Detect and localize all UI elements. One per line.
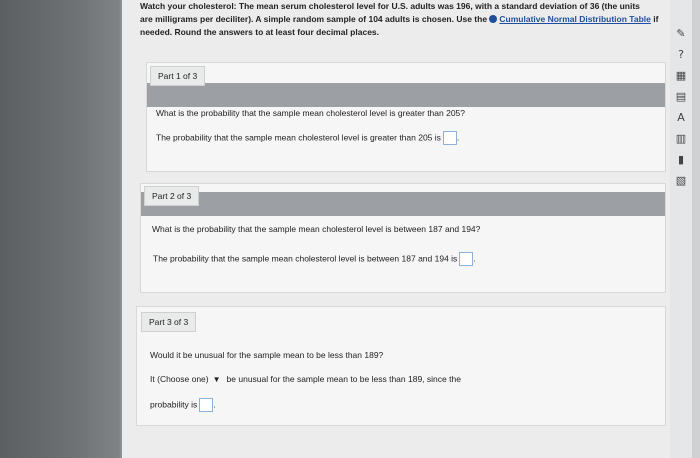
right-edge [692,0,700,458]
part2-answer-input[interactable] [459,252,474,266]
part2-question: What is the probability that the sample … [152,224,481,234]
header-title: Watch your cholesterol: [140,1,237,11]
part2-card [140,183,666,293]
part3-label: Part 3 of 3 [141,312,197,332]
part3-choose-dropdown[interactable]: (Choose one) ▼ [157,374,220,384]
part2-answer-text: The probability that the sample mean cho… [153,253,458,264]
header-text-2-end: if [650,14,659,24]
chevron-down-icon: ▼ [212,375,221,384]
part2-bar [141,192,665,216]
info-icon [489,15,498,23]
header-text-1: The mean serum cholesterol level for U.S… [236,1,640,11]
normal-table-link[interactable]: Cumulative Normal Distribution Table [499,14,650,24]
part1-question: What is the probability that the sample … [156,108,466,118]
part3-answer-input[interactable] [199,398,214,412]
part2-label: Part 2 of 3 [144,186,200,206]
table-icon[interactable]: ▦ [673,68,689,84]
part3-question: Would it be unusual for the sample mean … [150,350,384,360]
side-toolbar: ✎ ? ▦ ▤ A ▥ ▮ ▧ [670,26,692,189]
part2-answer-line: The probability that the sample mean cho… [153,252,476,266]
part3-period: . [213,399,216,410]
header-line-2: are milligrams per deciliter). A simple … [140,13,660,26]
part3-answer-lead: It [150,374,155,384]
part3-answer-mid: be unusual for the sample mean to be les… [226,374,461,384]
chart-icon[interactable]: ▮ [673,152,689,168]
header-line-1: Watch your cholesterol: The mean serum c… [140,0,660,13]
part1-answer-input[interactable] [442,131,457,145]
grid-icon[interactable]: ▤ [673,89,689,105]
part1-answer-line: The probability that the sample mean cho… [156,131,459,145]
list-icon[interactable]: ▧ [673,173,689,189]
problem-statement: Watch your cholesterol: The mean serum c… [140,0,660,39]
part1-bar [147,83,665,107]
part2-period: . [473,253,476,264]
part1-answer-text: The probability that the sample mean cho… [156,132,441,143]
part3-answer-line-2: probability is. [150,398,216,412]
header-text-2: are milligrams per deciliter). A simple … [140,14,490,24]
part3-dropdown-value: (Choose one) [157,374,209,384]
header-line-3: needed. Round the answers to at least fo… [140,27,380,37]
part3-answer-line: It (Choose one) ▼ be unusual for the sampl… [150,374,461,384]
part3-answer-line2: probability is [150,399,198,410]
part1-period: . [456,132,460,143]
font-icon[interactable]: A [673,110,689,126]
calculator-icon[interactable]: ▥ [673,131,689,147]
part1-label: Part 1 of 3 [150,66,206,86]
help-icon[interactable]: ? [673,47,689,63]
pencil-icon[interactable]: ✎ [673,26,689,42]
